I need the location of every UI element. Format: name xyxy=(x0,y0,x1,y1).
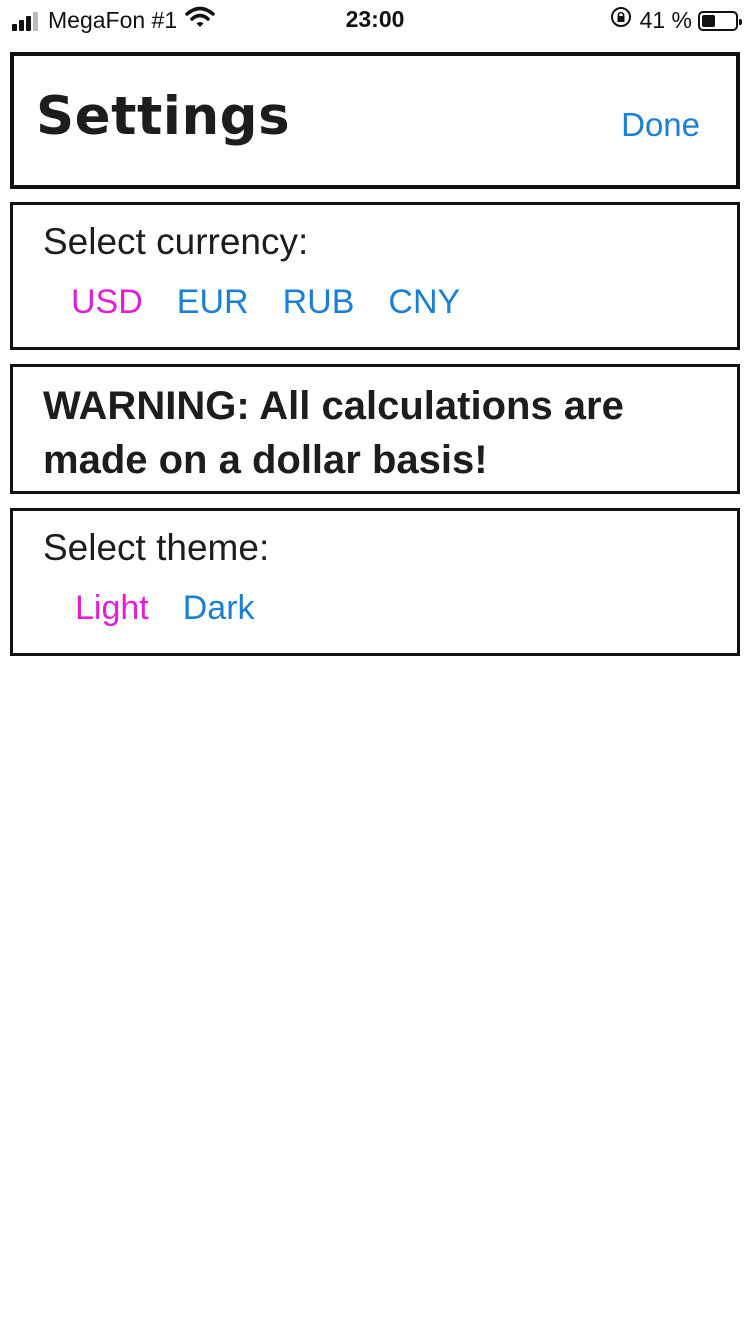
currency-option-rub[interactable]: RUB xyxy=(283,283,355,322)
theme-option-light[interactable]: Light xyxy=(75,589,149,628)
theme-options: Light Dark xyxy=(75,589,289,628)
warning-section: WARNING: All calculations are made on a … xyxy=(10,364,740,494)
battery-icon xyxy=(698,10,742,31)
currency-options: USD EUR RUB CNY xyxy=(71,283,494,322)
battery-cap xyxy=(739,18,742,25)
currency-section: Select currency: USD EUR RUB CNY xyxy=(10,202,740,350)
battery-percent: 41 % xyxy=(639,7,692,33)
warning-text: WARNING: All calculations are made on a … xyxy=(43,384,624,482)
battery-fill xyxy=(702,14,716,27)
currency-option-eur[interactable]: EUR xyxy=(177,283,249,322)
rotation-lock-icon xyxy=(610,6,632,35)
status-right: 41 % xyxy=(610,6,742,35)
currency-label: Select currency: xyxy=(43,221,309,262)
theme-option-dark[interactable]: Dark xyxy=(183,589,255,628)
theme-section: Select theme: Light Dark xyxy=(10,508,740,656)
page-title: Settings xyxy=(36,86,291,147)
header: Settings Done xyxy=(10,52,740,189)
status-bar: MegaFon #1 23:00 41 % xyxy=(0,0,750,40)
currency-option-cny[interactable]: CNY xyxy=(388,283,460,322)
currency-option-usd[interactable]: USD xyxy=(71,283,143,322)
done-button[interactable]: Done xyxy=(621,106,700,144)
theme-label: Select theme: xyxy=(43,527,270,568)
